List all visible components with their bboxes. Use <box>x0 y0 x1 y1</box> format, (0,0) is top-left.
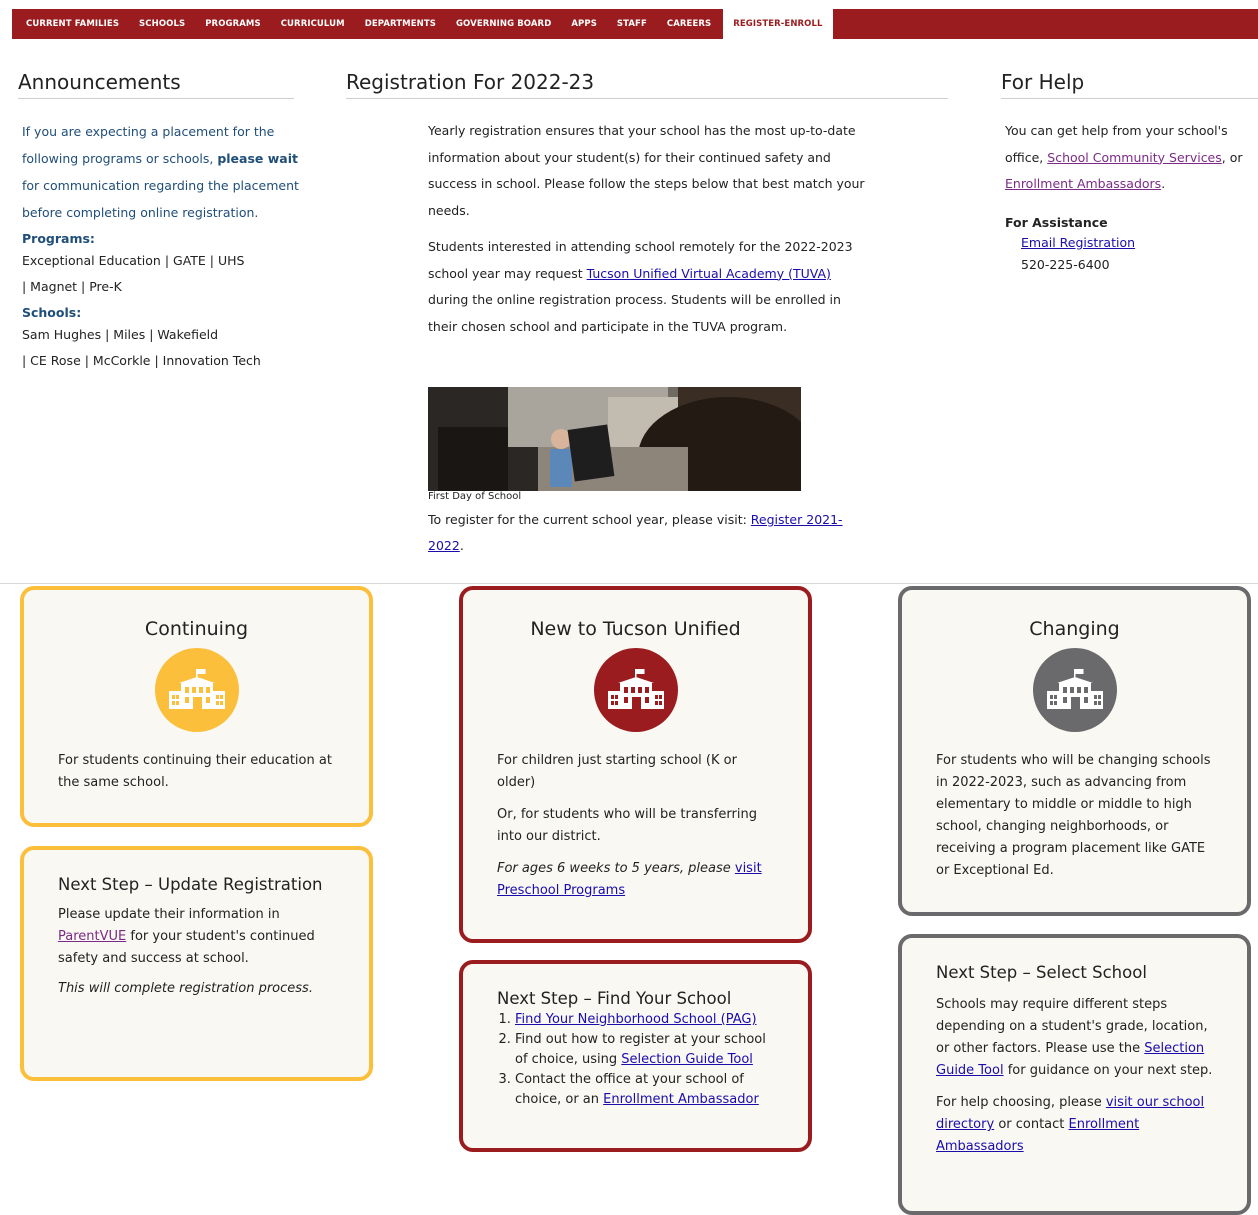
neighborhood-school-link[interactable]: Find Your Neighborhood School (PAG) <box>515 1012 757 1027</box>
for-assistance-label: For Assistance <box>1005 214 1108 230</box>
changing-next-text-2: For help choosing, please visit our scho… <box>936 1095 1205 1154</box>
programs-list: Exceptional Education | GATE | UHS <box>22 253 245 268</box>
registration-para-2: Students interested in attending school … <box>428 239 853 334</box>
new-next-title: Next Step – Find Your School <box>497 989 732 1008</box>
continuing-next-card: Next Step – Update Registration Please u… <box>20 846 373 1081</box>
step-3: Contact the office at your school of cho… <box>515 1070 774 1110</box>
section-divider <box>0 583 1258 584</box>
new-text-2: Or, for students who will be transferrin… <box>497 807 757 844</box>
programs-list-cont: | Magnet | Pre-K <box>22 279 122 294</box>
enrollment-ambassador-link[interactable]: Enrollment Ambassador <box>603 1092 759 1107</box>
enrollment-ambassadors-link[interactable]: Enrollment Ambassadors <box>1005 176 1161 191</box>
registration-heading: Registration For 2022-23 <box>346 70 948 99</box>
continuing-next-text: Please update their information in Paren… <box>58 907 315 966</box>
registration-body: Yearly registration ensures that your sc… <box>428 118 868 350</box>
school-building-icon <box>1032 648 1117 732</box>
schools-label: Schools: <box>22 305 82 320</box>
photo-caption: First Day of School <box>428 491 522 502</box>
nav-schools[interactable]: SCHOOLS <box>129 9 195 39</box>
nav-governing-board[interactable]: GOVERNING BOARD <box>446 9 561 39</box>
changing-next-title: Next Step – Select School <box>936 963 1147 982</box>
new-note: For ages 6 weeks to 5 years, please visi… <box>497 861 762 898</box>
continuing-next-note: This will complete registration process. <box>58 981 313 996</box>
nav-programs[interactable]: PROGRAMS <box>195 9 270 39</box>
registration-para-1: Yearly registration ensures that your sc… <box>428 123 865 218</box>
help-phone: 520-225-6400 <box>1021 256 1110 272</box>
changing-next-text-1: Schools may require different steps depe… <box>936 997 1213 1078</box>
help-panel: You can get help from your school's offi… <box>1005 118 1258 276</box>
changing-next-card: Next Step – Select School Schools may re… <box>898 934 1251 1215</box>
nav-curriculum[interactable]: CURRICULUM <box>271 9 355 39</box>
step-1: Find Your Neighborhood School (PAG) <box>515 1010 774 1030</box>
new-title: New to Tucson Unified <box>530 618 741 640</box>
continuing-title: Continuing <box>144 618 249 640</box>
first-day-photo-illustration <box>428 387 801 491</box>
main-nav: CURRENT FAMILIES SCHOOLS PROGRAMS CURRIC… <box>12 9 1258 39</box>
new-next-steps: Find Your Neighborhood School (PAG) Find… <box>487 1010 774 1110</box>
nav-current-families[interactable]: CURRENT FAMILIES <box>12 9 129 39</box>
continuing-text: For students continuing their education … <box>58 753 332 790</box>
registration-current-year: To register for the current school year,… <box>428 512 843 553</box>
parentvue-link[interactable]: ParentVUE <box>58 929 126 944</box>
help-text: You can get help from your school's offi… <box>1005 123 1243 191</box>
announcements-panel: If you are expecting a placement for the… <box>22 118 302 374</box>
help-heading: For Help <box>1001 70 1258 99</box>
changing-text: For students who will be changing school… <box>936 753 1211 878</box>
nav-departments[interactable]: DEPARTMENTS <box>355 9 446 39</box>
changing-card: Changing For students who will be changi… <box>898 586 1251 916</box>
announcements-intro: If you are expecting a placement for the… <box>22 124 299 220</box>
first-day-photo <box>428 387 801 491</box>
tuva-link[interactable]: Tucson Unified Virtual Academy (TUVA) <box>587 266 831 281</box>
continuing-next-title: Next Step – Update Registration <box>58 875 323 894</box>
schools-list-cont: | CE Rose | McCorkle | Innovation Tech <box>22 353 261 368</box>
email-registration-link[interactable]: Email Registration <box>1021 235 1135 250</box>
school-building-icon <box>593 648 678 732</box>
step-2: Find out how to register at your school … <box>515 1030 774 1070</box>
new-text-1: For children just starting school (K or … <box>497 753 737 790</box>
nav-register-enroll[interactable]: REGISTER-ENROLL <box>723 9 833 39</box>
new-card: New to Tucson Unified For children just … <box>459 586 812 943</box>
programs-label: Programs: <box>22 231 95 246</box>
schools-list: Sam Hughes | Miles | Wakefield <box>22 327 219 342</box>
new-next-card: Next Step – Find Your School Find Your N… <box>459 960 812 1152</box>
changing-title: Changing <box>1029 618 1120 640</box>
continuing-card: Continuing For students continuing their… <box>20 586 373 827</box>
school-community-services-link[interactable]: School Community Services <box>1047 150 1222 165</box>
nav-staff[interactable]: STAFF <box>607 9 657 39</box>
nav-careers[interactable]: CAREERS <box>657 9 721 39</box>
selection-guide-link[interactable]: Selection Guide Tool <box>621 1052 753 1067</box>
nav-apps[interactable]: APPS <box>561 9 607 39</box>
school-building-icon <box>154 648 239 732</box>
announcements-heading: Announcements <box>18 70 294 99</box>
